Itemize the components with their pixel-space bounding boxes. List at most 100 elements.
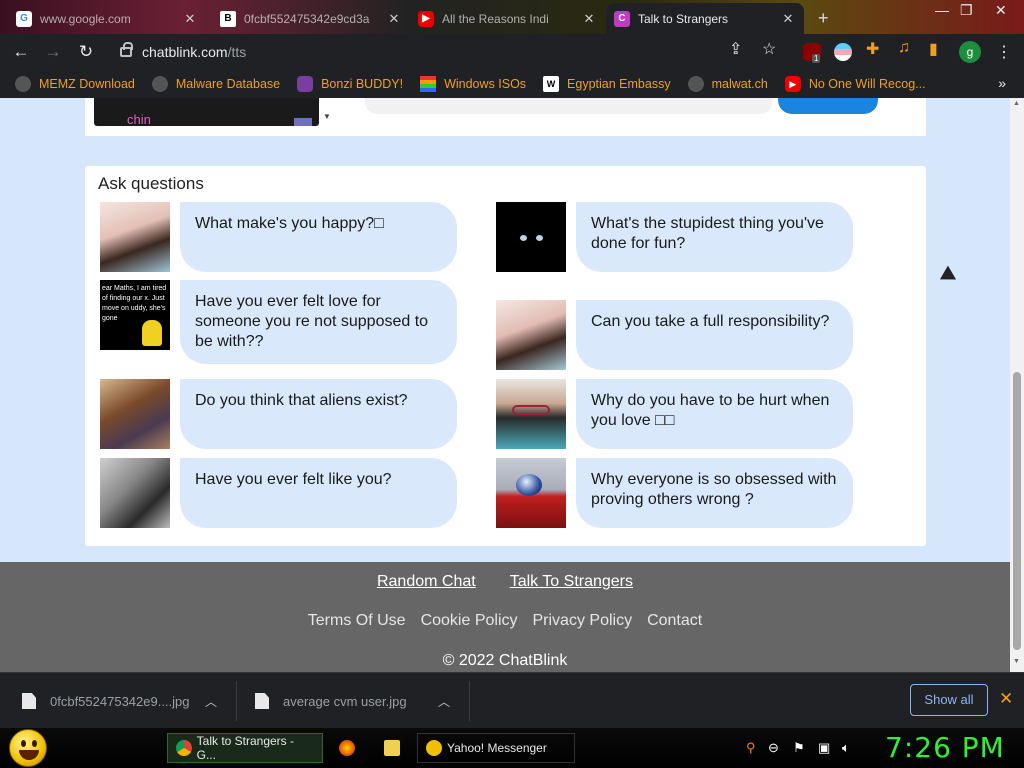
download-item[interactable]: average cvm user.jpg ︿ bbox=[233, 673, 450, 729]
chevron-up-icon[interactable]: ︿ bbox=[438, 693, 450, 710]
bookmark-bonzi[interactable]: Bonzi BUDDY! bbox=[297, 76, 403, 92]
start-button[interactable] bbox=[9, 729, 47, 767]
question-item[interactable]: What make's you happy?□ bbox=[100, 202, 457, 272]
minus-circle-icon[interactable]: ⊖ bbox=[768, 740, 779, 756]
bookmark-egyptian-embassy[interactable]: W Egyptian Embassy bbox=[543, 76, 671, 92]
taskbar-firefox[interactable] bbox=[331, 733, 360, 763]
close-icon[interactable]: ✕ bbox=[780, 11, 796, 27]
bookmark-star-icon[interactable]: ☆ bbox=[762, 39, 776, 59]
question-item[interactable]: Why do you have to be hurt when you love… bbox=[496, 379, 853, 449]
tab-image[interactable]: B 0fcbf552475342e9cd3a ✕ bbox=[212, 3, 410, 34]
question-bubble: Why do you have to be hurt when you love… bbox=[576, 379, 853, 449]
bonzi-icon bbox=[297, 76, 314, 92]
question-bubble: What's the stupidest thing you've done f… bbox=[576, 202, 853, 272]
taskbar-explorer[interactable] bbox=[376, 733, 405, 763]
pride-extension-icon[interactable] bbox=[834, 43, 852, 61]
scroll-down-icon[interactable]: ▼ bbox=[1013, 658, 1020, 665]
send-button[interactable] bbox=[778, 98, 878, 114]
new-tab-button[interactable]: + bbox=[818, 8, 829, 29]
reload-icon[interactable]: ↻ bbox=[75, 41, 97, 63]
menu-icon[interactable]: ⋮ bbox=[996, 42, 1012, 62]
address-bar[interactable]: chatblink.com/tts bbox=[108, 38, 792, 66]
message-input[interactable] bbox=[365, 98, 772, 114]
bookmark-windows-isos[interactable]: Windows ISOs bbox=[420, 76, 526, 92]
taskbar-yahoo-messenger[interactable]: Yahoo! Messenger bbox=[417, 733, 575, 763]
minimize-icon[interactable]: — bbox=[935, 2, 949, 18]
mouse-cursor-icon bbox=[939, 265, 961, 287]
puzzle-icon[interactable]: ✚ bbox=[866, 39, 879, 59]
download-item[interactable]: 0fcbf552475342e9....jpg ︿ bbox=[0, 673, 217, 729]
question-item[interactable]: Do you think that aliens exist? bbox=[100, 379, 457, 449]
user-avatar: ear Maths, I am tired of finding our x. … bbox=[100, 280, 170, 350]
tab-talk-to-strangers[interactable]: C Talk to Strangers ✕ bbox=[606, 3, 804, 34]
bing-icon: B bbox=[220, 10, 236, 27]
question-bubble: Can you take a full responsibility? bbox=[576, 300, 853, 370]
bookmark-memz[interactable]: MEMZ Download bbox=[15, 76, 135, 92]
site-footer: Random Chat Talk To Strangers Terms Of U… bbox=[0, 562, 1010, 672]
scrollbar-thumb[interactable] bbox=[1013, 372, 1021, 650]
question-item[interactable]: Have you ever felt like you? bbox=[100, 458, 457, 528]
bookmark-youtube-video[interactable]: ▶ No One Will Recog... bbox=[784, 76, 926, 92]
share-icon[interactable]: ⇪ bbox=[729, 39, 742, 59]
terms-link[interactable]: Terms Of Use bbox=[308, 612, 406, 630]
youtube-icon: ▶ bbox=[418, 10, 434, 27]
sidebar-icon[interactable]: ▮ bbox=[929, 39, 938, 59]
question-item[interactable]: Why everyone is so obsessed with proving… bbox=[496, 458, 853, 528]
show-all-button[interactable]: Show all bbox=[910, 684, 988, 716]
question-item[interactable]: ear Maths, I am tired of finding our x. … bbox=[100, 280, 457, 364]
contact-link[interactable]: Contact bbox=[647, 612, 702, 630]
user-avatar bbox=[100, 202, 170, 272]
google-icon: G bbox=[16, 10, 32, 27]
folder-icon bbox=[384, 740, 400, 756]
question-item[interactable]: What's the stupidest thing you've done f… bbox=[496, 202, 853, 272]
user-avatar bbox=[496, 379, 566, 449]
yahoo-messenger-icon bbox=[426, 740, 442, 756]
question-bubble: Have you ever felt love for someone you … bbox=[180, 280, 457, 364]
lock-icon bbox=[120, 42, 133, 57]
url-path: /tts bbox=[227, 44, 247, 60]
download-shelf: 0fcbf552475342e9....jpg ︿ average cvm us… bbox=[0, 672, 1024, 728]
window-close-icon[interactable]: ✕ bbox=[995, 2, 1007, 19]
firefox-icon bbox=[339, 740, 355, 756]
chrome-icon bbox=[176, 740, 192, 756]
volume-icon[interactable]: 🔈︎ bbox=[842, 740, 850, 756]
privacy-policy-link[interactable]: Privacy Policy bbox=[533, 612, 633, 630]
network-icon[interactable]: ▣ bbox=[818, 740, 830, 756]
tab-strip: G www.google.com ✕ B 0fcbf552475342e9cd3… bbox=[0, 0, 1024, 34]
taskbar-chrome[interactable]: Talk to Strangers - G... bbox=[167, 733, 323, 763]
bookmark-malware-database[interactable]: Malware Database bbox=[151, 76, 280, 92]
forward-icon[interactable]: → bbox=[42, 41, 64, 63]
tab-youtube[interactable]: ▶ All the Reasons Indi ✕ bbox=[410, 3, 605, 34]
flag-icon[interactable]: ⚑ bbox=[793, 740, 805, 756]
video-preview[interactable]: chin bbox=[94, 98, 319, 127]
extension-badge: 1 bbox=[812, 54, 821, 63]
bookmark-malwatch[interactable]: malwat.ch bbox=[687, 76, 768, 92]
chevron-up-icon[interactable]: ︿ bbox=[205, 693, 217, 710]
user-avatar bbox=[496, 458, 566, 528]
question-bubble: Have you ever felt like you? bbox=[180, 458, 457, 528]
close-icon[interactable]: ✕ bbox=[581, 11, 597, 27]
tab-google[interactable]: G www.google.com ✕ bbox=[8, 3, 206, 34]
close-icon[interactable]: ✕ bbox=[182, 11, 198, 27]
question-bubble: What make's you happy?□ bbox=[180, 202, 457, 272]
user-avatar bbox=[496, 300, 566, 370]
scroll-up-icon[interactable]: ▲ bbox=[1013, 100, 1020, 107]
dropdown-caret-icon[interactable]: ▼ bbox=[323, 112, 331, 121]
globe-icon bbox=[151, 76, 168, 92]
cookie-policy-link[interactable]: Cookie Policy bbox=[421, 612, 518, 630]
profile-avatar[interactable]: g bbox=[959, 41, 981, 63]
search-icon[interactable]: ⚲ bbox=[746, 740, 756, 756]
close-icon[interactable]: ✕ bbox=[999, 689, 1013, 709]
question-item[interactable]: Can you take a full responsibility? bbox=[496, 300, 853, 370]
random-chat-link[interactable]: Random Chat bbox=[377, 573, 476, 591]
media-icon[interactable]: ♫ bbox=[898, 39, 910, 57]
wix-icon: W bbox=[543, 76, 560, 92]
back-icon[interactable]: ← bbox=[10, 41, 32, 63]
talk-to-strangers-link[interactable]: Talk To Strangers bbox=[510, 573, 633, 591]
browser-toolbar: ← → ↻ chatblink.com/tts ⇪ ☆ 1 ✚ ♫ ▮ g ⋮ bbox=[0, 34, 1024, 70]
close-icon[interactable]: ✕ bbox=[386, 11, 402, 27]
bookmarks-overflow-icon[interactable]: » bbox=[998, 75, 1006, 91]
page-scrollbar[interactable]: ▲ ▼ bbox=[1010, 98, 1024, 672]
globe-icon bbox=[687, 76, 704, 92]
restore-icon[interactable]: ❐ bbox=[960, 2, 973, 19]
